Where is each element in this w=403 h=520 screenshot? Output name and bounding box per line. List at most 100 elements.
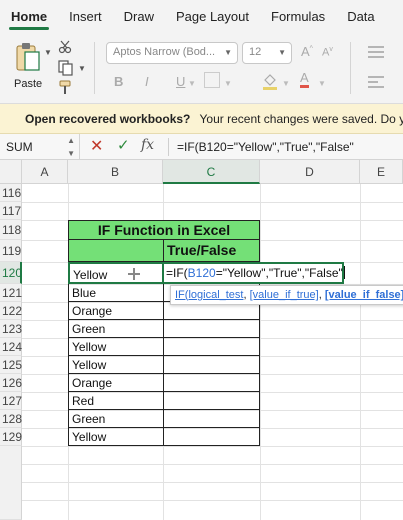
stepper-icon: ▲ ▼	[67, 136, 75, 158]
table-cell-empty[interactable]	[163, 320, 260, 338]
ribbon-divider	[94, 42, 95, 94]
chevron-down-icon: ▼	[278, 48, 286, 57]
paste-chevron-down-icon[interactable]: ▼	[44, 48, 52, 57]
tab-formulas[interactable]: Formulas	[260, 0, 336, 34]
row-header[interactable]: 124	[0, 338, 22, 356]
row-header[interactable]: 129	[0, 428, 22, 446]
ribbon-tabs: Home Insert Draw Page Layout Formulas Da…	[0, 0, 403, 34]
row-header[interactable]: 127	[0, 392, 22, 410]
table-cell[interactable]: Green	[68, 320, 164, 338]
fill-color-icon[interactable]	[262, 72, 278, 90]
row-header-empty	[0, 446, 22, 520]
formula-bar: SUM ▲ ▼ ✕ ✓ fx =IF(B120="Yellow","True","…	[0, 134, 403, 160]
table-cell-b120[interactable]: Yellow	[68, 262, 164, 284]
active-cell-c120[interactable]: =IF(B120="Yellow","True","False"	[162, 262, 345, 284]
name-box-value: SUM	[6, 140, 33, 154]
tooltip-arg-value-if-false[interactable]: [value_if_false]	[325, 289, 403, 301]
row-header[interactable]: 123	[0, 320, 22, 338]
tooltip-function-name[interactable]: IF(	[175, 289, 188, 301]
table-cell-empty[interactable]	[163, 392, 260, 410]
underline-button[interactable]: U	[176, 74, 185, 89]
name-box[interactable]: SUM ▲ ▼	[0, 134, 80, 160]
insert-function-button[interactable]: fx	[141, 137, 154, 153]
formula-suffix: ="Yellow","True","False"	[215, 266, 343, 280]
tooltip-arg-value-if-true[interactable]: [value_if_true]	[250, 289, 319, 301]
font-color-button[interactable]: A	[300, 70, 309, 88]
row-header[interactable]: 122	[0, 302, 22, 320]
borders-icon[interactable]	[204, 72, 220, 88]
table-cell-empty[interactable]	[163, 356, 260, 374]
tab-data[interactable]: Data	[336, 0, 385, 34]
table-cell-empty[interactable]	[163, 374, 260, 392]
decrease-font-size-button[interactable]: Av	[322, 46, 333, 59]
align-left-icon[interactable]	[368, 76, 384, 91]
column-header-d[interactable]: D	[260, 160, 360, 184]
function-argument-tooltip: IF(logical_test, [value_if_true], [value…	[170, 285, 403, 305]
font-name-select[interactable]: Aptos Narrow (Bod... ▼	[106, 42, 238, 64]
cancel-edit-button[interactable]: ✕	[90, 136, 103, 156]
tab-draw[interactable]: Draw	[113, 0, 165, 34]
column-header-c[interactable]: C	[163, 160, 260, 184]
font-color-chevron-down-icon[interactable]: ▼	[318, 79, 326, 88]
chevron-down-icon: ▼	[224, 48, 232, 57]
tab-page-layout[interactable]: Page Layout	[165, 0, 260, 34]
table-cell[interactable]: Yellow	[68, 356, 164, 374]
row-header[interactable]: 128	[0, 410, 22, 428]
notification-message: Your recent changes were saved. Do yo	[199, 112, 403, 126]
row-header[interactable]: 117	[0, 202, 22, 220]
table-header-b[interactable]	[68, 240, 164, 262]
increase-font-size-button[interactable]: A^	[301, 44, 313, 59]
ribbon-divider	[350, 42, 351, 94]
table-cell-empty[interactable]	[163, 428, 260, 446]
row-header[interactable]: 118	[0, 220, 22, 240]
select-all-corner[interactable]	[0, 160, 22, 184]
font-size-value: 12	[249, 46, 262, 58]
gridline	[22, 202, 403, 203]
fill-chevron-down-icon[interactable]: ▼	[282, 79, 290, 88]
format-painter-icon[interactable]	[58, 80, 74, 96]
tooltip-arg-logical-test[interactable]: logical_test	[188, 289, 243, 301]
ribbon-toolbar: Paste ▼ ▼ Aptos Narrow (Bod... ▼ 12 ▼ A^…	[0, 34, 403, 104]
worksheet-grid: A B C D E 116 117 118 119 120 121 122 12…	[0, 160, 403, 520]
bold-button[interactable]: B	[114, 74, 123, 89]
cut-icon[interactable]	[58, 40, 72, 54]
row-header-selected[interactable]: 120	[0, 262, 22, 284]
table-header-true-false[interactable]: True/False	[163, 240, 260, 262]
align-top-icon[interactable]	[368, 46, 384, 61]
recovery-notification-bar: Open recovered workbooks? Your recent ch…	[0, 104, 403, 134]
column-header-b[interactable]: B	[68, 160, 163, 184]
table-title[interactable]: IF Function in Excel	[68, 220, 260, 240]
increase-font-label: A	[301, 44, 310, 59]
gridline	[22, 482, 403, 483]
tab-insert[interactable]: Insert	[58, 0, 113, 34]
table-cell[interactable]: Green	[68, 410, 164, 428]
row-header[interactable]: 121	[0, 284, 22, 302]
underline-chevron-down-icon[interactable]: ▼	[188, 79, 196, 88]
gridline	[22, 464, 403, 465]
copy-chevron-down-icon[interactable]: ▼	[78, 64, 86, 73]
table-cell[interactable]: Yellow	[68, 428, 164, 446]
copy-icon[interactable]	[58, 60, 74, 76]
table-cell[interactable]: Red	[68, 392, 164, 410]
gridline	[22, 500, 403, 501]
row-header[interactable]: 116	[0, 184, 22, 202]
font-size-select[interactable]: 12 ▼	[242, 42, 292, 64]
table-cell[interactable]: Orange	[68, 374, 164, 392]
table-cell[interactable]: Orange	[68, 302, 164, 320]
table-cell-empty[interactable]	[163, 410, 260, 428]
column-header-e[interactable]: E	[360, 160, 403, 184]
italic-button[interactable]: I	[145, 74, 149, 89]
row-header[interactable]: 119	[0, 240, 22, 262]
table-cell[interactable]: Blue	[68, 284, 164, 302]
row-header[interactable]: 126	[0, 374, 22, 392]
formula-input[interactable]: =IF(B120="Yellow","True","False"	[177, 134, 354, 160]
column-header-a[interactable]: A	[22, 160, 68, 184]
table-cell-empty[interactable]	[163, 338, 260, 356]
formula-cell-reference: B120	[187, 266, 216, 280]
row-header[interactable]: 125	[0, 356, 22, 374]
borders-chevron-down-icon[interactable]: ▼	[224, 79, 232, 88]
table-cell[interactable]: Yellow	[68, 338, 164, 356]
paste-label: Paste	[14, 78, 43, 90]
confirm-edit-button[interactable]: ✓	[117, 136, 130, 154]
tab-home[interactable]: Home	[0, 0, 58, 34]
